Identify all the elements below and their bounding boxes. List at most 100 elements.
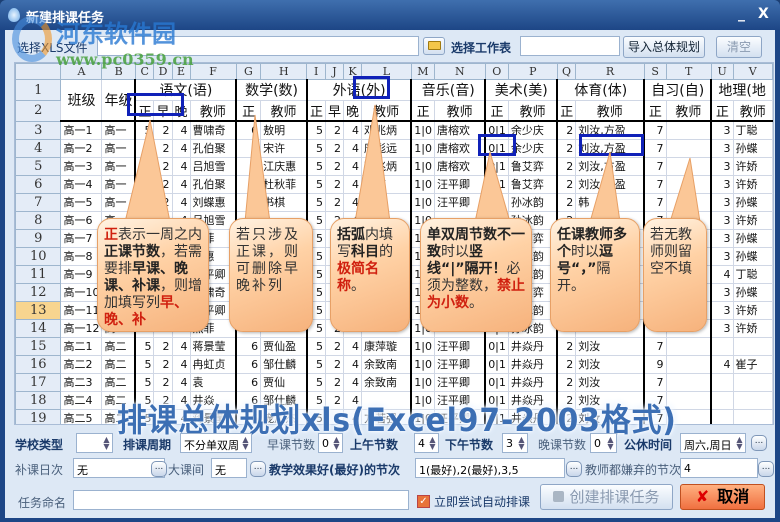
table-cell[interactable]: 4 bbox=[342, 174, 362, 194]
table-cell[interactable]: 许娇 bbox=[732, 300, 773, 320]
table-cell[interactable]: 高一2 bbox=[60, 138, 103, 158]
table-cell[interactable]: 1|0 bbox=[410, 354, 435, 374]
table-cell[interactable]: 高二 bbox=[101, 354, 136, 374]
table-cell[interactable]: 4 bbox=[342, 156, 362, 176]
table-cell[interactable]: 1|0 bbox=[410, 372, 435, 392]
table-cell[interactable]: 2 bbox=[556, 138, 577, 158]
table-cell[interactable]: 3 bbox=[710, 228, 734, 248]
row-header[interactable]: 7 bbox=[15, 192, 62, 212]
table-cell[interactable]: 6 bbox=[235, 372, 262, 392]
table-cell[interactable]: 高一1 bbox=[60, 120, 103, 140]
table-cell[interactable] bbox=[710, 372, 734, 392]
table-cell[interactable]: 唐彪远 bbox=[360, 138, 412, 158]
table-cell[interactable]: 余致南 bbox=[360, 372, 412, 392]
table-cell[interactable]: 4 bbox=[171, 120, 191, 140]
row-header[interactable]: 19 bbox=[15, 408, 62, 424]
table-cell[interactable]: 3 bbox=[710, 318, 734, 338]
table-cell[interactable]: 唐榕欢 bbox=[433, 156, 486, 176]
table-cell[interactable]: 高一10 bbox=[60, 282, 103, 302]
column-header-C[interactable]: C bbox=[134, 63, 155, 80]
column-header-T[interactable]: T bbox=[665, 63, 712, 80]
table-cell[interactable]: 5 bbox=[134, 156, 155, 176]
table-cell[interactable]: 3 bbox=[710, 192, 734, 212]
table-cell[interactable] bbox=[665, 138, 712, 158]
table-cell[interactable]: 井焱丹 bbox=[507, 354, 558, 374]
table-cell[interactable]: 4 bbox=[342, 354, 362, 374]
table-cell[interactable]: 刘汝,方盈 bbox=[575, 138, 645, 158]
table-cell[interactable]: 4 bbox=[342, 192, 362, 212]
table-cell[interactable]: 5 bbox=[305, 192, 326, 212]
table-cell[interactable]: 0|1 bbox=[484, 138, 509, 158]
table-cell[interactable]: 6 bbox=[235, 336, 262, 356]
table-cell[interactable] bbox=[665, 192, 712, 212]
create-task-button[interactable]: 创建排课任务 bbox=[540, 484, 673, 510]
column-header-U[interactable]: U bbox=[710, 63, 734, 80]
table-cell[interactable]: 0|1 bbox=[484, 354, 509, 374]
table-cell[interactable]: 高一 bbox=[101, 120, 136, 140]
table-cell[interactable]: 丁聪 bbox=[732, 264, 773, 284]
table-cell[interactable]: 韩 bbox=[575, 192, 645, 212]
table-cell[interactable]: 许娇 bbox=[732, 156, 773, 176]
table-cell[interactable]: 高二2 bbox=[60, 354, 103, 374]
table-cell[interactable]: 2 bbox=[153, 336, 173, 356]
table-cell[interactable]: 5 bbox=[305, 336, 326, 356]
table-cell[interactable]: 7 bbox=[643, 156, 667, 176]
table-cell[interactable]: 2 bbox=[324, 120, 344, 140]
table-cell[interactable]: 2 bbox=[153, 120, 173, 140]
table-cell[interactable]: 敖明 bbox=[260, 120, 308, 140]
table-cell[interactable]: 2 bbox=[153, 354, 173, 374]
table-cell[interactable]: 2 bbox=[324, 174, 344, 194]
table-cell[interactable]: 6 bbox=[235, 174, 262, 194]
table-cell[interactable]: 吕旭雪 bbox=[189, 156, 237, 176]
table-cell[interactable]: 高一6 bbox=[60, 210, 103, 230]
table-cell[interactable]: 孔伯聚 bbox=[189, 174, 237, 194]
table-cell[interactable]: 2 bbox=[556, 192, 577, 212]
column-header-N[interactable]: N bbox=[433, 63, 486, 80]
table-cell[interactable]: 6 bbox=[235, 192, 262, 212]
table-cell[interactable]: 4 bbox=[171, 174, 191, 194]
row-header[interactable]: 13 bbox=[15, 300, 62, 320]
column-header-P[interactable]: P bbox=[507, 63, 558, 80]
table-cell[interactable]: 丁聪 bbox=[732, 120, 773, 140]
table-cell[interactable]: 2 bbox=[556, 156, 577, 176]
row-header[interactable]: 11 bbox=[15, 264, 62, 284]
table-cell[interactable]: 4 bbox=[710, 264, 734, 284]
table-cell[interactable]: 4 bbox=[171, 336, 191, 356]
table-cell[interactable]: 高一8 bbox=[60, 246, 103, 266]
table-cell[interactable]: 3 bbox=[710, 120, 734, 140]
table-cell[interactable]: 孙冰韵 bbox=[507, 192, 558, 212]
table-cell[interactable] bbox=[665, 354, 712, 374]
table-cell[interactable] bbox=[732, 336, 773, 356]
table-cell[interactable]: 5 bbox=[134, 120, 155, 140]
cycle-select[interactable]: 不分单双周 ▲ ▼ bbox=[180, 433, 252, 453]
row-header[interactable]: 8 bbox=[15, 210, 62, 230]
table-cell[interactable]: 5 bbox=[134, 354, 155, 374]
table-cell[interactable]: 曹啸奇 bbox=[189, 120, 237, 140]
table-cell[interactable]: 刘汝,方盈 bbox=[575, 120, 645, 140]
table-cell[interactable]: 2 bbox=[153, 174, 173, 194]
table-cell[interactable]: 5 bbox=[305, 354, 326, 374]
holiday-more-button[interactable]: ... bbox=[751, 435, 767, 451]
table-cell[interactable]: 6 bbox=[235, 354, 262, 374]
column-header-A[interactable]: A bbox=[60, 63, 103, 80]
table-cell[interactable] bbox=[710, 390, 734, 410]
table-cell[interactable] bbox=[665, 174, 712, 194]
table-cell[interactable]: 4 bbox=[342, 372, 362, 392]
table-cell[interactable]: 高一3 bbox=[60, 156, 103, 176]
table-cell[interactable]: 7 bbox=[643, 120, 667, 140]
table-cell[interactable]: 3 bbox=[710, 300, 734, 320]
table-cell[interactable]: 5 bbox=[134, 336, 155, 356]
table-cell[interactable]: 高一4 bbox=[60, 174, 103, 194]
table-cell[interactable] bbox=[732, 390, 773, 410]
table-cell[interactable]: 宋许 bbox=[260, 138, 308, 158]
evening-count-spinner[interactable]: 0 ▲ ▼ bbox=[590, 433, 617, 453]
row-header[interactable]: 2 bbox=[15, 100, 62, 122]
table-cell[interactable]: 高一9 bbox=[60, 264, 103, 284]
break-input[interactable]: 无 bbox=[211, 458, 247, 478]
table-cell[interactable]: 汪平卿 bbox=[433, 354, 486, 374]
table-cell[interactable] bbox=[710, 336, 734, 356]
table-cell[interactable]: 4 bbox=[171, 354, 191, 374]
table-cell[interactable]: 2 bbox=[556, 174, 577, 194]
table-cell[interactable]: 贾仙 bbox=[260, 372, 308, 392]
table-cell[interactable]: 3 bbox=[710, 174, 734, 194]
